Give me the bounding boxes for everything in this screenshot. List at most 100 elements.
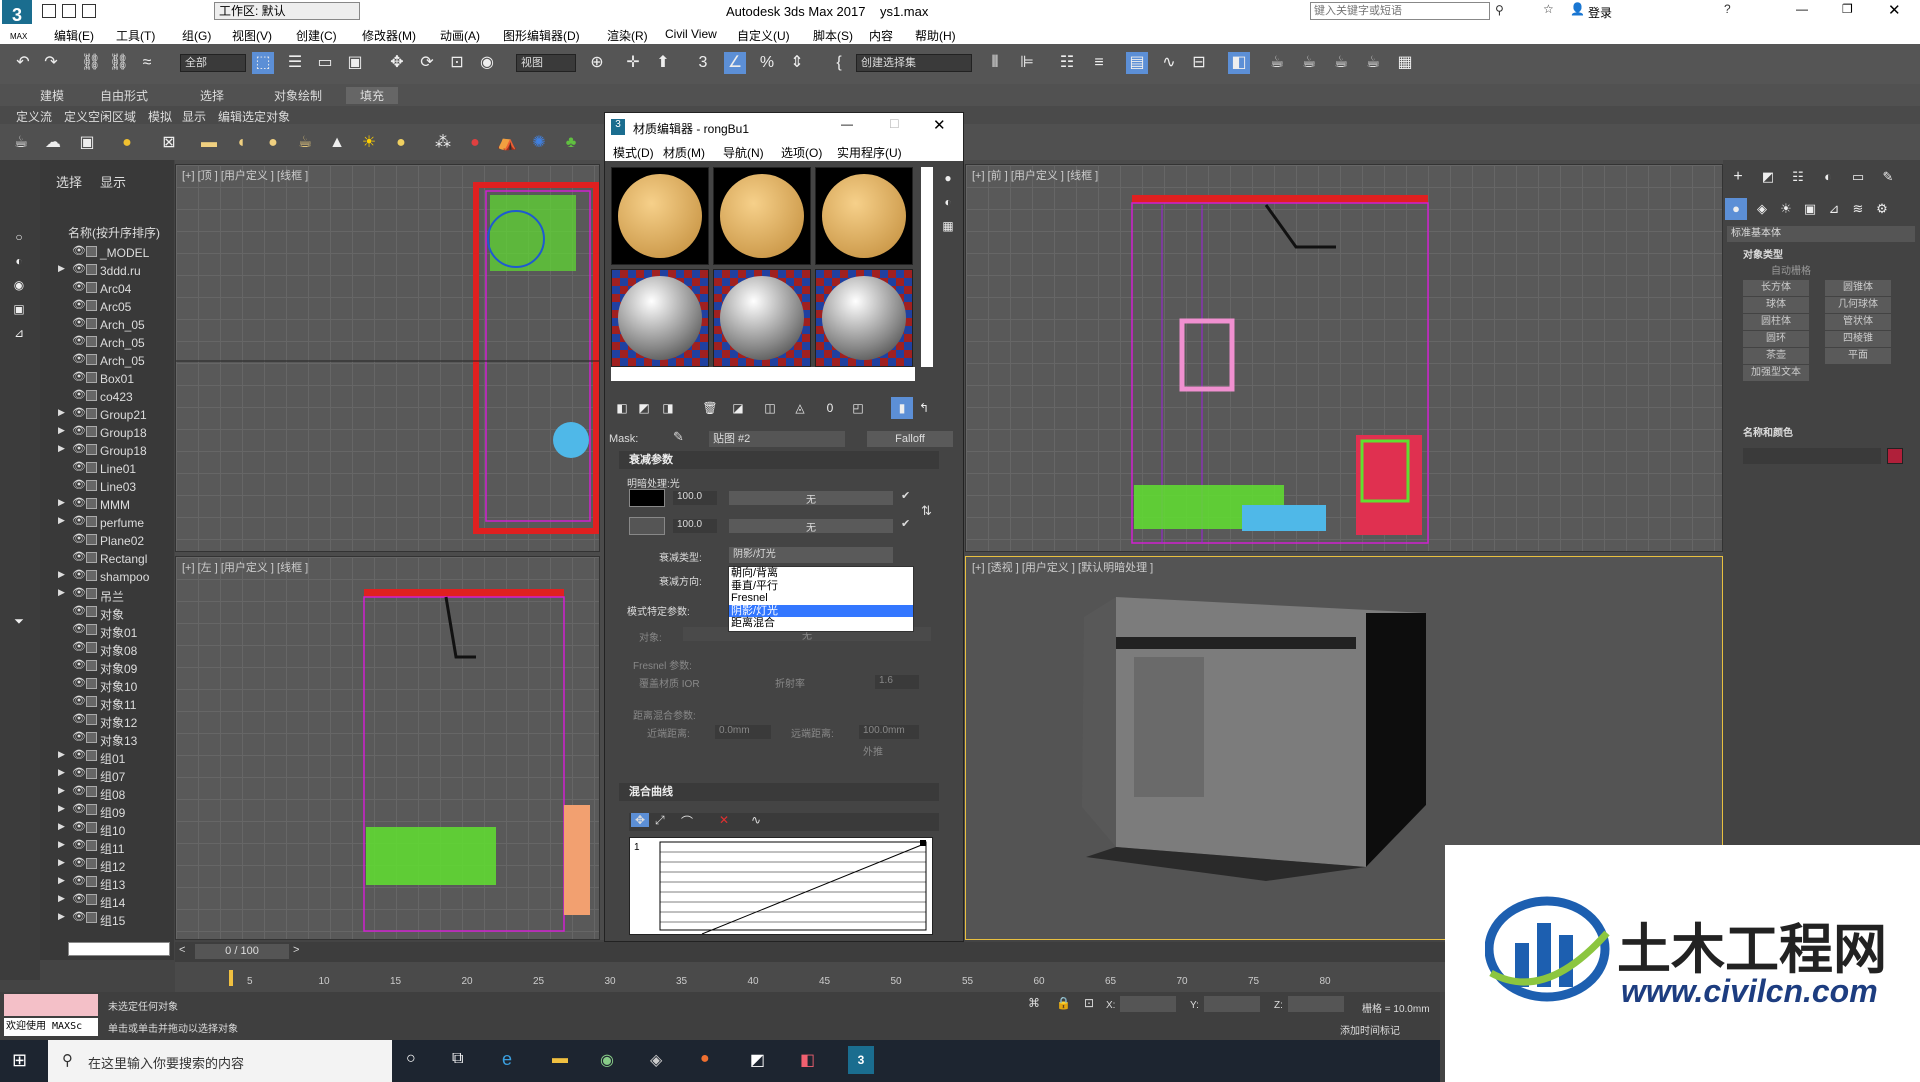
workspace-dropdown[interactable]: 工作区: 默认 (214, 2, 360, 20)
show-map-icon[interactable]: ◰ (847, 397, 869, 419)
scene-tree-item[interactable]: ▶ 👁 组15 (58, 910, 174, 928)
amount-spinner-2[interactable]: 100.0 (673, 519, 717, 533)
close-button[interactable]: ✕ (1888, 1, 1901, 19)
placement-icon[interactable]: ◉ (476, 52, 498, 74)
menu-9[interactable]: Civil View (665, 27, 717, 41)
ribbon-tab-0[interactable]: 建模 (40, 87, 64, 104)
mat-menu-2[interactable]: 导航(N) (723, 144, 764, 161)
scene-tree-item[interactable]: 👁 对象11 (58, 694, 174, 712)
dropdown-option[interactable]: Fresnel (729, 592, 913, 605)
sample-type-icon[interactable]: ● (937, 167, 959, 189)
eye-icon[interactable]: 👁 (72, 244, 86, 257)
scale-icon[interactable]: ⊡ (446, 52, 468, 74)
eye-icon[interactable]: 👁 (72, 424, 86, 437)
sample-slot-6[interactable] (815, 269, 913, 367)
eye-icon[interactable]: 👁 (72, 298, 86, 311)
utilities-tab-icon[interactable]: ✎ (1877, 166, 1899, 188)
eye-icon[interactable]: 👁 (72, 640, 86, 653)
help-icon[interactable]: ? (1724, 2, 1731, 16)
named-selection-dropdown[interactable]: 创建选择集 (856, 54, 972, 72)
window-crossing-icon[interactable]: ▣ (344, 52, 366, 74)
scene-tree-item[interactable]: ▶ 👁 Group18 (58, 424, 174, 442)
autogrid-checkbox[interactable]: 自动栅格 (1771, 262, 1811, 277)
scene-tree-item[interactable]: 👁 Line01 (58, 460, 174, 478)
gear-icon[interactable]: ✺ (528, 132, 550, 154)
sample-slot-1[interactable] (611, 167, 709, 265)
track-bar-marker[interactable] (229, 970, 233, 986)
primitive-button[interactable]: 圆锥体 (1825, 280, 1891, 296)
object-type-rollout[interactable]: 对象类型 (1743, 246, 1783, 261)
toggle-ribbon-icon[interactable]: ≡ (1088, 52, 1110, 74)
copy-material-icon[interactable]: ◪ (727, 397, 749, 419)
dropdown-option[interactable]: 朝向/背离 (729, 567, 913, 580)
expand-arrow-icon[interactable]: ▶ (58, 497, 65, 508)
mat-menu-3[interactable]: 选项(O) (781, 144, 822, 161)
geometry-category-icon[interactable]: ● (1725, 198, 1747, 220)
task-view-icon[interactable]: ⧉ (452, 1050, 463, 1068)
menu-7[interactable]: 图形编辑器(D) (503, 27, 580, 44)
scene-tree-item[interactable]: 👁 Rectangl (58, 550, 174, 568)
eye-icon[interactable]: 👁 (72, 820, 86, 833)
eye-icon[interactable]: 👁 (72, 532, 86, 545)
select-by-name-icon[interactable]: ☰ (284, 52, 306, 74)
binoculars-icon[interactable]: ⚲ (1495, 3, 1504, 17)
primitive-button[interactable]: 圆柱体 (1743, 314, 1809, 330)
extrapolate-checkbox[interactable]: 外推 (863, 743, 883, 758)
viewport-label-top[interactable]: [+] [顶 ] [用户定义 ] [线框 ] (182, 167, 308, 183)
expand-arrow-icon[interactable]: ▶ (58, 785, 65, 796)
eye-icon[interactable]: 👁 (72, 730, 86, 743)
open-file-icon[interactable] (62, 4, 76, 18)
x-coord-field[interactable] (1120, 996, 1176, 1012)
bind-spacewarp-icon[interactable]: ≈ (136, 52, 158, 74)
layer-explorer-icon[interactable]: ☷ (1056, 52, 1078, 74)
sky-icon[interactable]: ● (390, 132, 412, 154)
eye-icon[interactable]: 👁 (72, 316, 86, 329)
scale-point-icon[interactable]: ⤢ (655, 813, 665, 828)
lights-category-icon[interactable]: ☀ (1775, 198, 1797, 220)
maximize-button[interactable]: ❐ (1842, 2, 1853, 16)
backlight-icon[interactable]: ◐ (937, 191, 959, 213)
viewport-label-left[interactable]: [+] [左 ] [用户定义 ] [线框 ] (182, 559, 308, 575)
angle-snap-icon[interactable]: ∠ (724, 52, 746, 74)
add-point-icon[interactable]: ⌒ (681, 813, 693, 830)
primitive-button[interactable]: 茶壶 (1743, 348, 1809, 364)
scene-explorer-icon[interactable]: ▤ (1126, 52, 1148, 74)
amount-spinner-1[interactable]: 100.0 (673, 491, 717, 505)
near-spinner[interactable]: 0.0mm (715, 725, 771, 739)
eye-icon[interactable]: 👁 (72, 478, 86, 491)
viewport-front[interactable]: [+] [前 ] [用户定义 ] [线框 ] (965, 164, 1723, 552)
unique-icon[interactable]: ◫ (759, 397, 781, 419)
hierarchy-tab-icon[interactable]: ☷ (1787, 166, 1809, 188)
name-field[interactable] (1743, 448, 1881, 464)
color-swatch[interactable] (1887, 448, 1903, 464)
scene-tree-item[interactable]: ▶ 👁 perfume (58, 514, 174, 532)
scene-tree-item[interactable]: ▶ 👁 shampoo (58, 568, 174, 586)
eye-icon[interactable]: 👁 (72, 658, 86, 671)
scene-tree-item[interactable]: 👁 Arc04 (58, 280, 174, 298)
cloud-icon[interactable]: ☁ (42, 132, 64, 154)
mix-curve-rollout[interactable]: 混合曲线 (619, 783, 939, 801)
scene-tree-item[interactable]: 👁 Arch_05 (58, 334, 174, 352)
ribbon-subtab-1[interactable]: 定义空闲区域 (64, 108, 136, 125)
eye-icon[interactable]: 👁 (72, 856, 86, 869)
put-library-icon[interactable]: ◬ (789, 397, 811, 419)
tab-select[interactable]: 选择 (56, 172, 82, 191)
map-toggle-2[interactable]: ✔ (901, 517, 910, 530)
dynamics-icon[interactable]: ● (464, 132, 486, 154)
category-dropdown[interactable]: 标准基本体 (1727, 226, 1915, 242)
systems-category-icon[interactable]: ⚙ (1871, 198, 1893, 220)
dropdown-option[interactable]: 阴影/灯光 (729, 604, 913, 617)
mat-menu-4[interactable]: 实用程序(U) (837, 144, 902, 161)
cortana-icon[interactable]: ○ (406, 1050, 416, 1068)
expand-arrow-icon[interactable]: ▶ (58, 875, 65, 886)
app-icon-1[interactable]: ◉ (600, 1050, 614, 1070)
eye-icon[interactable]: 👁 (72, 262, 86, 275)
undo-icon[interactable]: ↶ (12, 52, 34, 74)
motion-tab-icon[interactable]: ◐ (1817, 166, 1839, 188)
delete-point-icon[interactable]: ✕ (719, 813, 729, 827)
expand-arrow-icon[interactable]: ▶ (58, 893, 65, 904)
put-to-scene-icon[interactable]: ◩ (633, 397, 655, 419)
eye-icon[interactable]: 👁 (72, 496, 86, 509)
schematic-view-icon[interactable]: ⊟ (1188, 52, 1210, 74)
expand-arrow-icon[interactable]: ▶ (58, 857, 65, 868)
